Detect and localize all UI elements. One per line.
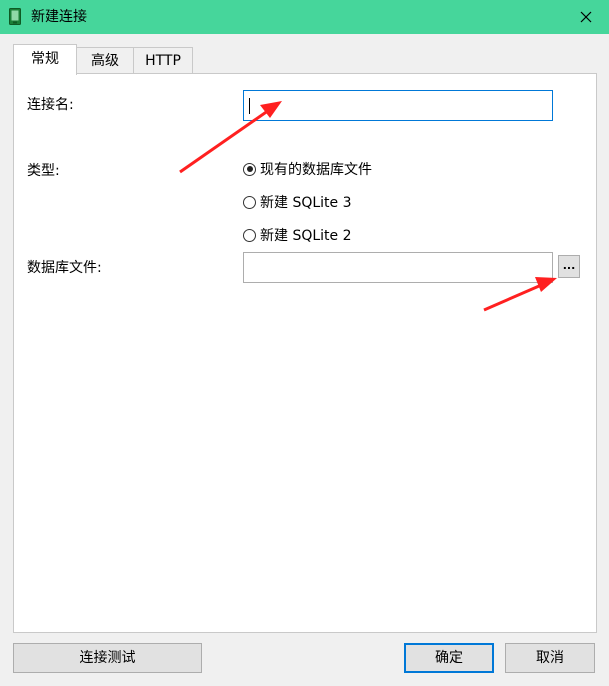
window-title: 新建连接	[31, 9, 87, 25]
radio-new-sqlite3-label: 新建 SQLite 3	[260, 195, 352, 211]
connection-name-input[interactable]	[243, 90, 553, 121]
radio-existing-db-file[interactable]: 现有的数据库文件	[243, 159, 372, 179]
test-connection-label: 连接测试	[79, 650, 136, 666]
cancel-button-label: 取消	[536, 650, 564, 666]
new-connection-dialog: 新建连接 常规 高级 HTTP 连接名: 类型: 现有的数据库文件 新建 SQL…	[0, 0, 609, 686]
close-button[interactable]	[563, 0, 609, 34]
general-tab-panel: 连接名: 类型: 现有的数据库文件 新建 SQLite 3 新建 SQLite …	[13, 73, 597, 633]
tab-advanced[interactable]: 高级	[76, 47, 134, 75]
text-caret	[249, 98, 250, 114]
tab-http-label: HTTP	[145, 53, 181, 69]
radio-button[interactable]	[243, 195, 256, 209]
ok-button[interactable]: 确定	[404, 643, 494, 673]
radio-new-sqlite3[interactable]: 新建 SQLite 3	[243, 192, 352, 212]
browse-button-label: ...	[562, 259, 576, 272]
test-connection-button[interactable]: 连接测试	[13, 643, 202, 673]
browse-file-button[interactable]: ...	[558, 255, 580, 278]
tab-general[interactable]: 常规	[13, 44, 77, 75]
radio-button[interactable]	[243, 228, 256, 242]
db-file-input[interactable]	[243, 252, 553, 283]
radio-button-checked[interactable]	[243, 162, 256, 176]
ok-button-label: 确定	[435, 650, 463, 666]
type-label: 类型:	[27, 163, 60, 179]
title-bar[interactable]: 新建连接	[0, 0, 609, 34]
close-icon	[580, 11, 592, 23]
tab-http[interactable]: HTTP	[133, 47, 193, 75]
connection-name-label: 连接名:	[27, 97, 74, 113]
app-icon	[9, 8, 21, 25]
radio-new-sqlite2-label: 新建 SQLite 2	[260, 228, 352, 244]
tab-general-label: 常规	[31, 51, 59, 67]
db-file-label: 数据库文件:	[27, 260, 102, 276]
tab-advanced-label: 高级	[91, 53, 119, 69]
radio-new-sqlite2[interactable]: 新建 SQLite 2	[243, 225, 352, 245]
cancel-button[interactable]: 取消	[505, 643, 595, 673]
radio-existing-db-file-label: 现有的数据库文件	[260, 162, 372, 178]
